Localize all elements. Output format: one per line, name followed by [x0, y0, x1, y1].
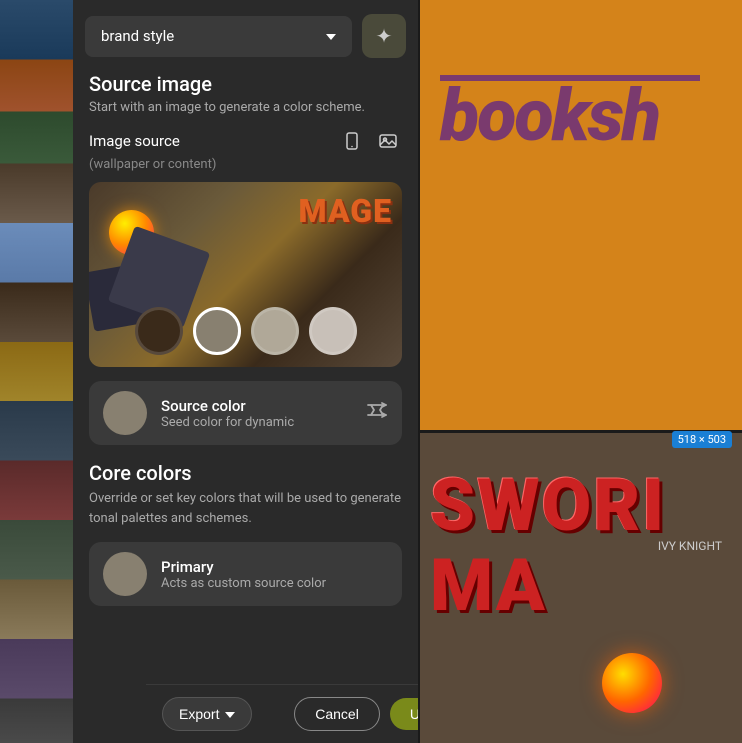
- source-color-description: Seed color for dynamic: [161, 415, 352, 430]
- color-swatches: [89, 307, 402, 355]
- image-source-row: Image source: [89, 127, 402, 155]
- phone-icon[interactable]: [338, 127, 366, 155]
- swatch-2[interactable]: [193, 307, 241, 355]
- booksh-text: booksh: [440, 80, 659, 152]
- primary-color-description: Acts as custom source color: [161, 576, 388, 591]
- image-source-label: Image source: [89, 132, 180, 150]
- primary-color-label: Primary: [161, 558, 388, 576]
- bg-bottom-image: SWORI MA IVY KNIGHT: [420, 433, 742, 743]
- magic-button[interactable]: ✦: [362, 14, 406, 58]
- dropdown-chevron-icon: [326, 26, 336, 47]
- source-image-title: Source image: [89, 72, 402, 96]
- primary-color-info: Primary Acts as custom source color: [161, 558, 388, 591]
- bottom-bar: Export Cancel Update: [146, 684, 418, 743]
- source-color-label: Source color: [161, 397, 352, 415]
- image-icon[interactable]: [374, 127, 402, 155]
- primary-color-row: Primary Acts as custom source color: [89, 542, 402, 606]
- by-knight-text: IVY KNIGHT: [658, 538, 722, 555]
- shuffle-icon[interactable]: [366, 400, 388, 427]
- core-colors-title: Core colors: [89, 461, 402, 485]
- brand-style-label: brand style: [101, 27, 174, 45]
- swatch-1[interactable]: [135, 307, 183, 355]
- image-preview: MAGE: [89, 182, 402, 367]
- magic-icon: ✦: [376, 24, 393, 48]
- bookshelf-sidebar: [0, 0, 73, 743]
- source-color-circle[interactable]: [103, 391, 147, 435]
- image-source-icons: [338, 127, 402, 155]
- brand-style-dropdown[interactable]: brand style: [85, 16, 352, 57]
- source-color-row: Source color Seed color for dynamic: [89, 381, 402, 445]
- export-chevron-icon: [225, 706, 235, 722]
- wallpaper-label: (wallpaper or content): [89, 157, 402, 172]
- primary-color-circle[interactable]: [103, 552, 147, 596]
- export-button[interactable]: Export: [162, 697, 252, 731]
- source-image-section: Source image Start with an image to gene…: [73, 72, 418, 638]
- background-right: booksh 518 × 503 SWORI MA IVY KNIGHT: [420, 0, 742, 743]
- header-bar: brand style ✦: [73, 0, 418, 72]
- update-button[interactable]: Update: [390, 698, 418, 730]
- cancel-button[interactable]: Cancel: [294, 697, 380, 731]
- source-image-subtitle: Start with an image to generate a color …: [89, 100, 402, 115]
- bg-top-image: booksh: [420, 0, 742, 430]
- core-colors-subtitle: Override or set key colors that will be …: [89, 489, 402, 528]
- sword-text: SWORI: [430, 463, 666, 548]
- swatch-3[interactable]: [251, 307, 299, 355]
- mage-text-overlay: MAGE: [298, 192, 392, 230]
- export-label: Export: [179, 706, 219, 722]
- size-badge: 518 × 503: [672, 431, 732, 448]
- main-panel: brand style ✦ Source image Start with an…: [73, 0, 418, 743]
- orb-decoration: [602, 653, 662, 713]
- ma-text: MA: [430, 543, 547, 628]
- swatch-4[interactable]: [309, 307, 357, 355]
- source-color-info: Source color Seed color for dynamic: [161, 397, 352, 430]
